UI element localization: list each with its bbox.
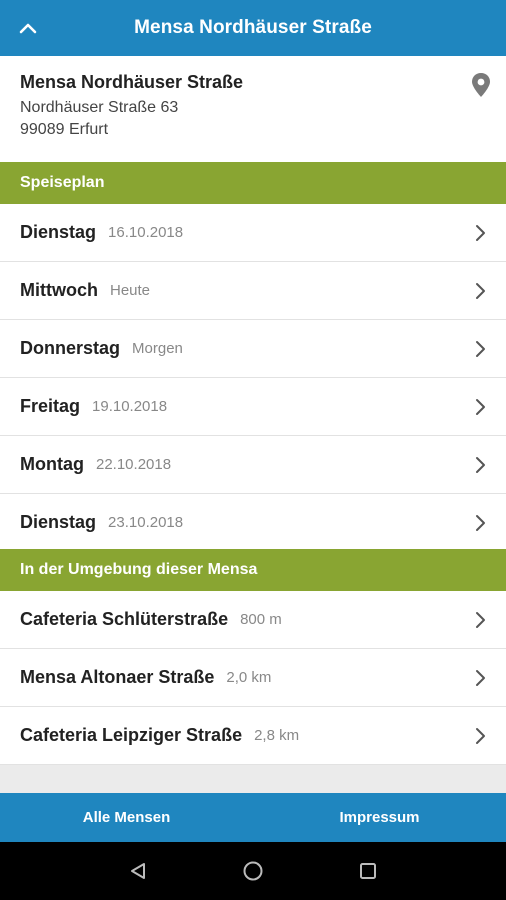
day-row[interactable]: Dienstag 23.10.2018	[0, 494, 506, 552]
day-date: Heute	[110, 282, 151, 299]
nearby-row[interactable]: Cafeteria Schlüterstraße 800 m	[0, 591, 506, 649]
day-date: 16.10.2018	[108, 224, 184, 241]
mensa-info-card: Mensa Nordhäuser Straße Nordhäuser Straß…	[0, 56, 506, 162]
back-triangle-icon	[130, 863, 145, 879]
bottom-bar: Alle Mensen Impressum	[0, 793, 506, 842]
day-name: Dienstag	[20, 222, 97, 242]
day-name: Mittwoch	[20, 280, 98, 300]
chevron-right-icon	[476, 341, 485, 357]
chevron-right-icon	[476, 670, 485, 686]
speiseplan-header: Speiseplan	[0, 162, 506, 204]
nearby-header: In der Umgebung dieser Mensa	[0, 549, 506, 591]
system-nav-bar	[0, 842, 506, 900]
place-name: Cafeteria Leipziger Straße	[20, 725, 243, 745]
day-row[interactable]: Freitag 19.10.2018	[0, 378, 506, 436]
place-distance: 2,8 km	[254, 727, 300, 744]
day-name: Montag	[20, 454, 84, 474]
app-bar: Mensa Nordhäuser Straße	[0, 0, 506, 56]
home-nav-button[interactable]	[233, 851, 273, 891]
page-title: Mensa Nordhäuser Straße	[134, 17, 372, 38]
chevron-right-icon	[476, 612, 485, 628]
mensa-city: 99089 Erfurt	[20, 121, 109, 138]
day-name: Freitag	[20, 396, 81, 416]
map-pin-icon[interactable]	[470, 72, 492, 98]
day-list: Dienstag 16.10.2018 Mittwoch Heute Donne…	[0, 204, 506, 552]
day-row[interactable]: Montag 22.10.2018	[0, 436, 506, 494]
place-distance: 800 m	[240, 611, 282, 628]
day-row[interactable]: Dienstag 16.10.2018	[0, 204, 506, 262]
chevron-right-icon	[476, 728, 485, 744]
place-name: Cafeteria Schlüterstraße	[20, 609, 229, 629]
collapse-button[interactable]	[0, 0, 56, 56]
home-circle-icon	[243, 861, 263, 881]
chevron-right-icon	[476, 283, 485, 299]
day-name: Donnerstag	[20, 338, 121, 358]
nearby-row[interactable]: Mensa Altonaer Straße 2,0 km	[0, 649, 506, 707]
chevron-right-icon	[476, 515, 485, 531]
place-name: Mensa Altonaer Straße	[20, 667, 215, 687]
all-mensen-button[interactable]: Alle Mensen	[0, 793, 253, 842]
chevron-right-icon	[476, 457, 485, 473]
mensa-street: Nordhäuser Straße 63	[20, 99, 179, 116]
day-date: 22.10.2018	[95, 456, 172, 473]
chevron-right-icon	[476, 225, 485, 241]
day-date: Morgen	[132, 340, 183, 357]
day-row[interactable]: Donnerstag Morgen	[0, 320, 506, 378]
recents-nav-button[interactable]	[348, 851, 388, 891]
back-nav-button[interactable]	[118, 851, 158, 891]
nearby-list: Cafeteria Schlüterstraße 800 m Mensa Alt…	[0, 591, 506, 765]
day-date: 19.10.2018	[92, 398, 168, 415]
chevron-right-icon	[476, 399, 485, 415]
day-name: Dienstag	[20, 512, 97, 532]
impressum-button[interactable]: Impressum	[253, 793, 506, 842]
day-row[interactable]: Mittwoch Heute	[0, 262, 506, 320]
day-date: 23.10.2018	[108, 514, 184, 531]
app-screen: Mensa Nordhäuser Straße Mensa Nordhäuser…	[0, 0, 506, 900]
recents-square-icon	[360, 863, 377, 879]
mensa-name: Mensa Nordhäuser Straße	[20, 72, 244, 92]
place-distance: 2,0 km	[226, 669, 272, 686]
chevron-up-icon	[19, 23, 37, 34]
nearby-row[interactable]: Cafeteria Leipziger Straße 2,8 km	[0, 707, 506, 765]
